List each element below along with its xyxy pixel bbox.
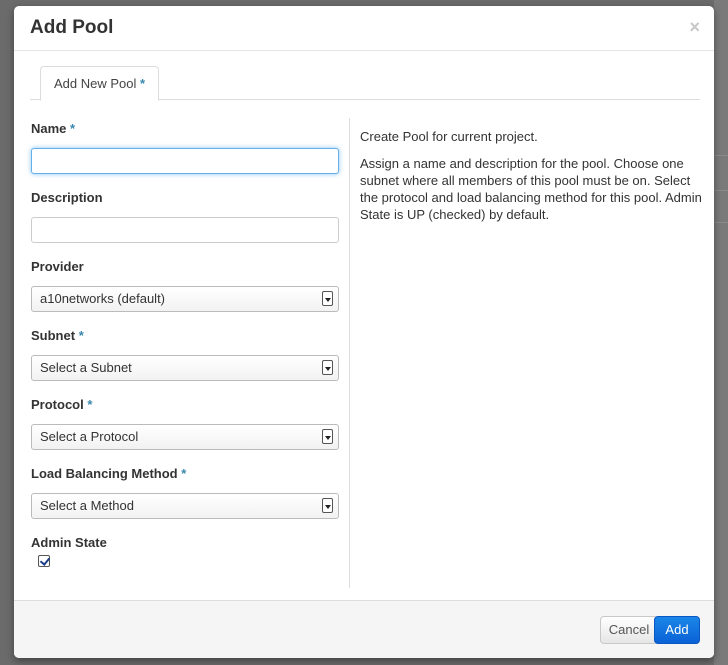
protocol-label: Protocol *: [31, 397, 93, 412]
dropdown-arrow-icon: [322, 429, 333, 444]
help-panel: Create Pool for current project. Assign …: [360, 128, 705, 233]
modal-title: Add Pool: [30, 17, 114, 38]
tab-add-new-pool[interactable]: Add New Pool *: [40, 66, 160, 101]
admin-state-label: Admin State: [31, 535, 107, 550]
tab-label: Add New Pool: [54, 76, 137, 91]
modal-footer: Cancel Add: [14, 600, 714, 658]
name-field-group: Name *: [31, 121, 339, 174]
protocol-field-group: Protocol * Select a Protocol: [31, 397, 339, 450]
provider-select[interactable]: a10networks (default): [31, 286, 339, 312]
dropdown-arrow-icon: [322, 360, 333, 375]
modal-header: Add Pool ×: [14, 6, 714, 51]
lb-method-selected-value: Select a Method: [40, 498, 134, 513]
lb-method-select[interactable]: Select a Method: [31, 493, 339, 519]
help-text-intro: Create Pool for current project.: [360, 129, 538, 144]
subnet-label: Subnet *: [31, 328, 84, 343]
name-input[interactable]: [31, 148, 339, 174]
required-marker: *: [140, 76, 146, 91]
admin-state-field-group: Admin State: [31, 535, 339, 567]
column-divider: [349, 118, 350, 588]
cancel-button[interactable]: Cancel: [600, 616, 658, 644]
close-icon[interactable]: ×: [689, 18, 700, 36]
help-text-details: Assign a name and description for the po…: [360, 156, 702, 222]
description-label: Description: [31, 190, 103, 205]
description-input[interactable]: [31, 217, 339, 243]
provider-field-group: Provider a10networks (default): [31, 259, 339, 312]
subnet-selected-value: Select a Subnet: [40, 360, 132, 375]
subnet-field-group: Subnet * Select a Subnet: [31, 328, 339, 381]
name-label: Name *: [31, 121, 76, 136]
admin-state-checkbox[interactable]: [38, 555, 50, 567]
dropdown-arrow-icon: [322, 498, 333, 513]
description-field-group: Description: [31, 190, 339, 243]
protocol-select[interactable]: Select a Protocol: [31, 424, 339, 450]
add-pool-dialog: Add Pool × Add New Pool * Name * Descrip…: [14, 6, 714, 658]
lb-method-field-group: Load Balancing Method * Select a Method: [31, 466, 339, 519]
page-backdrop: [714, 0, 728, 665]
provider-label: Provider: [31, 259, 84, 274]
add-button[interactable]: Add: [654, 616, 700, 644]
protocol-selected-value: Select a Protocol: [40, 429, 139, 444]
provider-selected-value: a10networks (default): [40, 291, 166, 306]
tab-bar: Add New Pool *: [30, 66, 700, 101]
dropdown-arrow-icon: [322, 291, 333, 306]
lb-method-label: Load Balancing Method *: [31, 466, 187, 481]
subnet-select[interactable]: Select a Subnet: [31, 355, 339, 381]
